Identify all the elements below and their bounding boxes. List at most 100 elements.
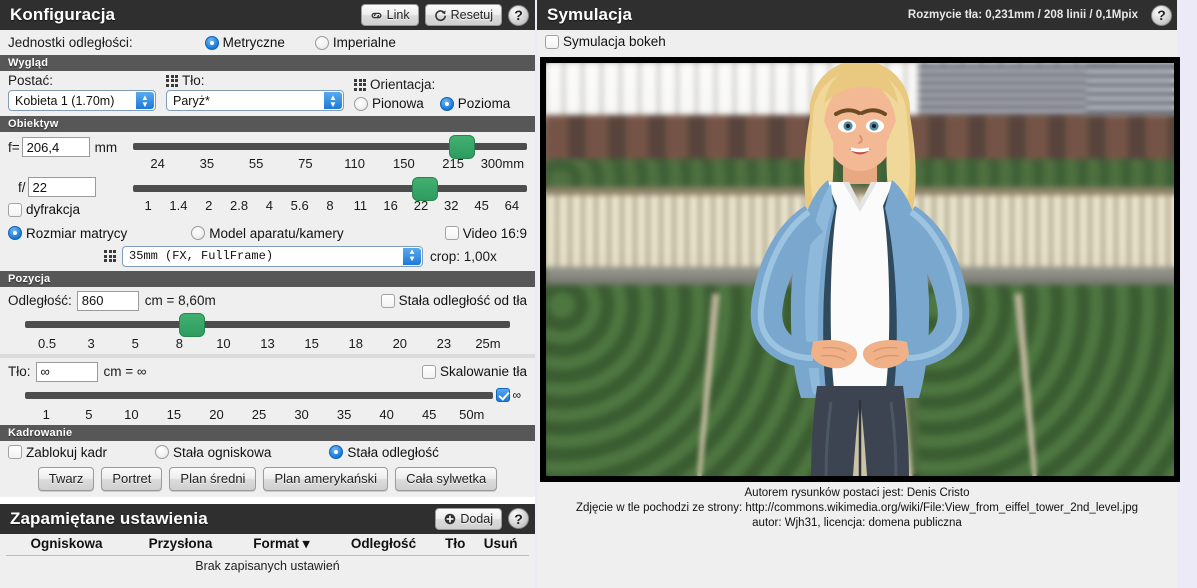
lock-frame-option[interactable]: Zablokuj kadr bbox=[8, 445, 107, 460]
saved-settings-help-button[interactable]: ? bbox=[508, 508, 529, 529]
diffraction-checkbox[interactable] bbox=[8, 202, 22, 217]
focal-length-slider[interactable] bbox=[133, 135, 527, 159]
bokeh-row: Symulacja bokeh bbox=[537, 30, 1177, 53]
table-column-header[interactable]: Usuń bbox=[472, 533, 529, 556]
chevron-updown-icon-sensor[interactable]: ▲ ▼ bbox=[403, 247, 421, 265]
simulated-photo bbox=[546, 63, 1174, 476]
distance-slider-track[interactable] bbox=[25, 320, 510, 328]
camera-model-option[interactable]: Model aparatu/kamery bbox=[191, 226, 344, 241]
configuration-help-button[interactable]: ? bbox=[508, 4, 529, 26]
orientation-option-landscape[interactable]: Pozioma bbox=[439, 96, 510, 111]
sensor-size-option[interactable]: Rozmiar matrycy bbox=[8, 226, 127, 241]
radio-fixed-distance[interactable] bbox=[329, 445, 344, 459]
focal-prefix: f= bbox=[8, 139, 20, 155]
bg-distance-input[interactable] bbox=[35, 361, 98, 382]
bg-scaling-checkbox[interactable] bbox=[421, 364, 436, 379]
page-title: Konfiguracja bbox=[10, 5, 116, 24]
link-button[interactable]: Link bbox=[360, 4, 419, 26]
aperture-slider-thumb[interactable] bbox=[411, 177, 438, 201]
video-checkbox[interactable] bbox=[444, 226, 459, 240]
units-metric-label: Metryczne bbox=[222, 35, 285, 50]
bg-infinity-checkbox[interactable] bbox=[496, 387, 511, 402]
character-label: Postać: bbox=[8, 73, 54, 88]
radio-fixed-focal[interactable] bbox=[155, 445, 170, 459]
orientation-grid-icon[interactable] bbox=[354, 78, 366, 91]
aperture-input[interactable] bbox=[27, 177, 96, 197]
chevron-updown-icon-background[interactable]: ▲ ▼ bbox=[324, 92, 342, 109]
tick-label: 18 bbox=[348, 335, 363, 351]
distance-slider[interactable] bbox=[25, 312, 510, 337]
radio-portrait[interactable] bbox=[354, 96, 368, 111]
framing-preset-button[interactable]: Cała sylwetka bbox=[395, 466, 498, 491]
tick-label: 30 bbox=[294, 406, 309, 422]
table-column-header[interactable]: Przysłona bbox=[126, 533, 235, 556]
tick-label: 15 bbox=[304, 335, 319, 351]
focal-length-input[interactable] bbox=[21, 137, 90, 157]
character-select-value: Kobieta 1 (1.70m) bbox=[15, 93, 115, 108]
lens-body: f= mm 24355575110150215300mm f/ bbox=[0, 132, 535, 271]
fixed-focal-option[interactable]: Stała ogniskowa bbox=[155, 445, 271, 460]
fixed-bg-distance-checkbox[interactable] bbox=[380, 293, 395, 308]
framing-preset-button[interactable]: Twarz bbox=[37, 466, 95, 491]
character-select[interactable]: Kobieta 1 (1.70m) ▲ ▼ bbox=[8, 90, 156, 111]
orientation-option-portrait[interactable]: Pionowa bbox=[354, 96, 424, 111]
saved-settings-title: Zapamiętane ustawienia bbox=[10, 508, 208, 528]
tick-label: 24 bbox=[150, 156, 165, 171]
saved-settings-header: Zapamiętane ustawienia Dodaj ? bbox=[0, 503, 535, 534]
tick-label: 20 bbox=[392, 335, 408, 351]
bg-scaling-option[interactable]: Skalowanie tła bbox=[421, 364, 527, 379]
fixed-bg-distance-option[interactable]: Stała odległość od tła bbox=[380, 293, 527, 308]
bg-distance-slider[interactable] bbox=[25, 387, 493, 403]
section-framing-header: Kadrowanie bbox=[0, 424, 535, 441]
simulation-help-button[interactable]: ? bbox=[1151, 4, 1172, 26]
radio-landscape[interactable] bbox=[439, 96, 454, 111]
table-column-header[interactable]: Odległość bbox=[328, 533, 439, 556]
radio-metric[interactable] bbox=[204, 35, 219, 50]
table-column-header[interactable]: Ogniskowa bbox=[6, 533, 127, 556]
radio-sensor-size[interactable] bbox=[8, 226, 22, 240]
bg-scaling-label: Skalowanie tła bbox=[439, 364, 527, 379]
units-option-metric[interactable]: Metryczne bbox=[204, 35, 285, 50]
table-column-header[interactable]: Tło bbox=[438, 533, 473, 556]
tick-label: 55 bbox=[248, 156, 264, 171]
credit-line-1: Autorem rysunków postaci jest: Denis Cri… bbox=[744, 487, 970, 499]
video-option[interactable]: Video 16:9 bbox=[444, 226, 527, 241]
table-body: Brak zapisanych ustawień bbox=[6, 555, 529, 576]
distance-input[interactable] bbox=[76, 290, 139, 311]
fixed-focal-label: Stała ogniskowa bbox=[173, 444, 272, 460]
aperture-slider[interactable] bbox=[133, 177, 527, 201]
sensor-select[interactable]: 35mm (FX, FullFrame) ▲ ▼ bbox=[122, 245, 423, 267]
bokeh-option[interactable]: Symulacja bokeh bbox=[545, 34, 666, 49]
tick-label: 5.6 bbox=[290, 198, 309, 213]
chevron-updown-icon-character[interactable]: ▲ ▼ bbox=[136, 92, 154, 109]
radio-camera-model[interactable] bbox=[191, 226, 206, 240]
diffraction-option[interactable]: dyfrakcja bbox=[8, 202, 80, 217]
tick-label: 23 bbox=[436, 335, 452, 351]
background-select[interactable]: Paryż* ▲ ▼ bbox=[166, 90, 344, 111]
simulation-viewport[interactable] bbox=[540, 57, 1180, 482]
radio-imperial[interactable] bbox=[314, 35, 329, 50]
tick-label: 150 bbox=[393, 156, 415, 171]
aperture-slider-track[interactable] bbox=[133, 185, 527, 192]
tick-label: 5 bbox=[131, 335, 139, 351]
framing-body: Zablokuj kadr Stała ogniskowa Stała odle… bbox=[0, 441, 535, 497]
focal-slider-thumb[interactable] bbox=[448, 135, 475, 159]
framing-preset-button[interactable]: Plan średni bbox=[169, 466, 257, 491]
table-column-header[interactable]: Format ▾ bbox=[234, 533, 329, 556]
bokeh-checkbox[interactable] bbox=[545, 34, 559, 49]
background-grid-icon[interactable] bbox=[166, 74, 178, 87]
units-option-imperial[interactable]: Imperialne bbox=[314, 35, 396, 50]
lock-frame-checkbox[interactable] bbox=[8, 445, 22, 459]
sensor-grid-icon[interactable] bbox=[104, 250, 116, 262]
framing-preset-button[interactable]: Plan amerykański bbox=[263, 466, 389, 491]
bg-distance-slider-track[interactable] bbox=[25, 391, 493, 399]
add-setting-button[interactable]: Dodaj bbox=[435, 507, 502, 530]
fixed-distance-option[interactable]: Stała odległość bbox=[329, 445, 439, 460]
tick-label: 4 bbox=[265, 198, 274, 213]
framing-preset-button[interactable]: Portret bbox=[101, 466, 163, 491]
reset-button[interactable]: Resetuj bbox=[424, 4, 502, 26]
distance-slider-thumb[interactable] bbox=[179, 312, 206, 337]
sensor-select-value: 35mm (FX, FullFrame) bbox=[129, 249, 274, 263]
fixed-distance-label: Stała odległość bbox=[347, 444, 439, 460]
tick-label: 11 bbox=[353, 198, 368, 213]
